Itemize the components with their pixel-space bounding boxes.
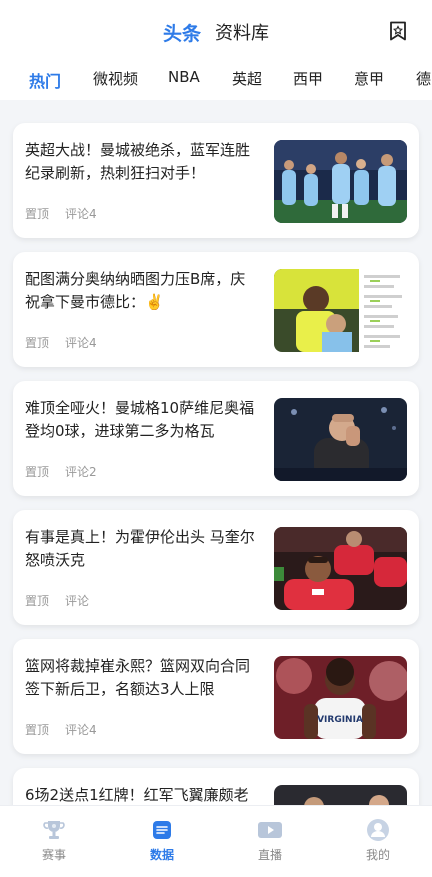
- tab-database[interactable]: 资料库: [215, 19, 269, 45]
- trophy-icon: [41, 818, 67, 842]
- article-card[interactable]: 配图满分奥纳纳晒图力压B席，庆祝拿下曼市德比：✌️ 置顶 评论4: [13, 252, 419, 367]
- article-card[interactable]: 篮网将裁掉崔永熙？篮网双向合同签下新后卫，名额达3人上限 置顶 评论4 VIRG…: [13, 639, 419, 754]
- comment-count[interactable]: 评论4: [65, 334, 97, 351]
- article-title[interactable]: 难顶全哑火！曼城格10萨维尼奥福登均0球，进球第二多为格瓦: [25, 397, 260, 443]
- article-meta: 置顶 评论2: [25, 463, 97, 480]
- tab-headlines[interactable]: 头条: [163, 19, 201, 46]
- article-title[interactable]: 配图满分奥纳纳晒图力压B席，庆祝拿下曼市德比：✌️: [25, 268, 260, 314]
- nav-label: 直播: [257, 848, 282, 862]
- article-title[interactable]: 6场2送点1红牌！红军飞翼廉颇老矣: [25, 784, 260, 805]
- nav-label: 数据: [149, 848, 174, 862]
- category-serie-a[interactable]: 意甲: [354, 68, 384, 89]
- players-in-red-kit-photo[interactable]: [274, 527, 407, 610]
- pinned-tag: 置顶: [25, 207, 50, 221]
- comment-count[interactable]: 评论: [65, 592, 89, 609]
- category-la-liga[interactable]: 西甲: [293, 68, 323, 89]
- article-title[interactable]: 有事是真上！为霍伊伦出头 马奎尔怒喷沃克: [25, 526, 260, 572]
- pinned-tag: 置顶: [25, 723, 50, 737]
- nav-live[interactable]: 直播: [216, 806, 324, 877]
- nav-profile[interactable]: 我的: [324, 806, 432, 877]
- category-micro-video[interactable]: 微视频: [93, 68, 138, 89]
- article-title[interactable]: 篮网将裁掉崔永熙？篮网双向合同签下新后卫，名额达3人上限: [25, 655, 260, 701]
- bookmark-star-icon[interactable]: [388, 20, 408, 42]
- category-hot[interactable]: 热门: [29, 68, 61, 92]
- article-meta: 置顶 评论4: [25, 721, 97, 738]
- header-tabs: 头条 资料库: [0, 18, 432, 46]
- top-header: 头条 资料库 热门 微视频 NBA 英超 西甲 意甲 德: [0, 0, 432, 100]
- news-feed[interactable]: 英超大战！曼城被绝杀，蓝军连胜纪录刷新，热刺狂扫对手！ 置顶 评论4 配图满分奥…: [0, 100, 432, 805]
- comment-count[interactable]: 评论4: [65, 721, 97, 738]
- article-card[interactable]: 有事是真上！为霍伊伦出头 马奎尔怒喷沃克 置顶 评论: [13, 510, 419, 625]
- article-card[interactable]: 英超大战！曼城被绝杀，蓝军连胜纪录刷新，热刺狂扫对手！ 置顶 评论4: [13, 123, 419, 238]
- article-title[interactable]: 英超大战！曼城被绝杀，蓝军连胜纪录刷新，热刺狂扫对手！: [25, 139, 260, 185]
- pinned-tag: 置顶: [25, 336, 50, 350]
- basketball-player-virginia-photo[interactable]: VIRGINIA: [274, 656, 407, 739]
- football-players-celebrating-photo[interactable]: [274, 140, 407, 223]
- category-tabs: 热门 微视频 NBA 英超 西甲 意甲 德: [0, 62, 432, 96]
- category-premier-league[interactable]: 英超: [232, 68, 262, 89]
- goalkeeper-social-post-photo[interactable]: [274, 269, 407, 352]
- live-video-icon: [257, 818, 283, 842]
- comment-count[interactable]: 评论4: [65, 205, 97, 222]
- football-player-photo[interactable]: [274, 785, 407, 805]
- article-meta: 置顶 评论4: [25, 205, 97, 222]
- article-meta: 置顶 评论4: [25, 334, 97, 351]
- coach-head-in-hand-photo[interactable]: [274, 398, 407, 481]
- category-nba[interactable]: NBA: [168, 68, 200, 86]
- nav-data[interactable]: 数据: [108, 806, 216, 877]
- nav-label: 我的: [365, 848, 390, 862]
- pinned-tag: 置顶: [25, 594, 50, 608]
- article-card[interactable]: 6场2送点1红牌！红军飞翼廉颇老矣 置顶 评论: [13, 768, 419, 805]
- profile-avatar-icon: [365, 818, 391, 842]
- pinned-tag: 置顶: [25, 465, 50, 479]
- category-bundesliga[interactable]: 德: [416, 68, 431, 89]
- data-chart-icon: [149, 818, 175, 842]
- svg-text:VIRGINIA: VIRGINIA: [317, 715, 363, 725]
- comment-count[interactable]: 评论2: [65, 463, 97, 480]
- article-card[interactable]: 难顶全哑火！曼城格10萨维尼奥福登均0球，进球第二多为格瓦 置顶 评论2: [13, 381, 419, 496]
- nav-matches[interactable]: 赛事: [0, 806, 108, 877]
- bottom-navigation: 赛事 数据 直播 我的: [0, 805, 432, 877]
- nav-label: 赛事: [41, 848, 66, 862]
- article-meta: 置顶 评论: [25, 592, 89, 609]
